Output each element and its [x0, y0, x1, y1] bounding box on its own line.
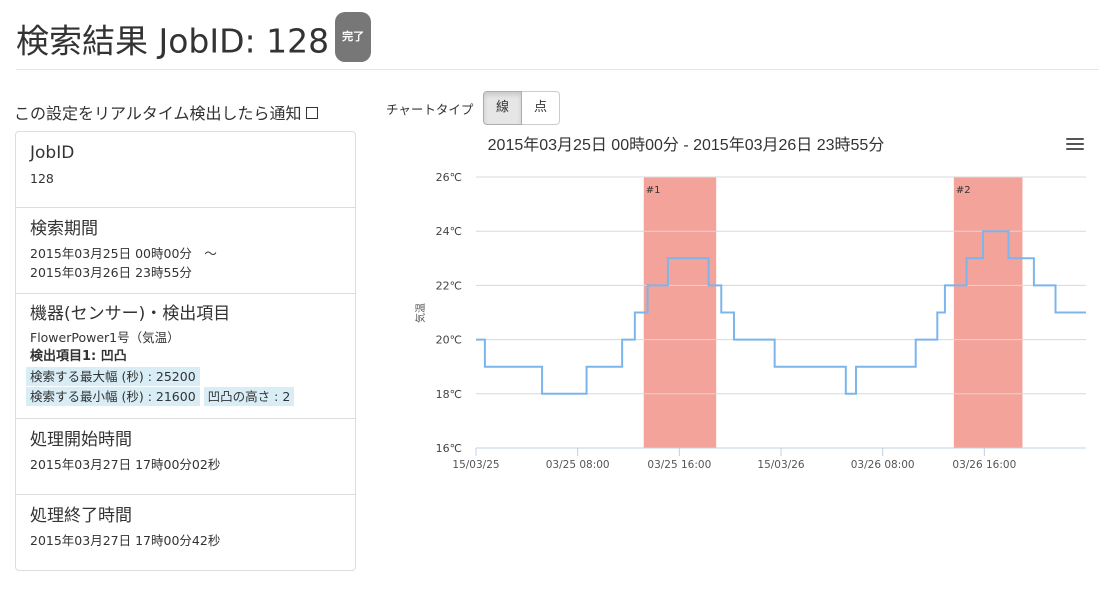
- chart-title: 2015年03月25日 00時00分 - 2015年03月26日 23時55分: [488, 136, 885, 154]
- y-axis-ticks: 16℃ 18℃ 20℃ 22℃ 24℃ 26℃: [436, 171, 462, 455]
- chart-type-toggle: 線 点: [483, 91, 561, 125]
- detection-band-2: [953, 177, 1023, 448]
- page-header: 検索結果 JobID: 128 完了: [16, 12, 1099, 70]
- detection-band-label-1: #1: [646, 185, 661, 196]
- device-label: 機器(センサー)・検出項目: [30, 304, 231, 324]
- x-tick-label: 15/03/26: [757, 459, 804, 471]
- jobid-value: 128: [30, 171, 54, 186]
- chart-type-point-button[interactable]: 点: [522, 91, 561, 125]
- y-tick-label: 24℃: [436, 225, 462, 238]
- height-badge: 凹凸の高さ : 2: [203, 387, 295, 406]
- chart-type-label: チャートタイプ: [386, 102, 474, 117]
- x-tick-label: 03/25 08:00: [546, 459, 610, 471]
- job-info-panel: JobID 128 検索期間 2015年03月25日 00時00分 ～ 2015…: [15, 131, 356, 571]
- info-item-device: 機器(センサー)・検出項目 FlowerPower1号（気温） 検出項目1: 凹…: [16, 294, 355, 419]
- detect-item: 検出項目1: 凹凸: [30, 349, 127, 364]
- max-width-badge: 検索する最大幅 (秒) : 25200: [26, 367, 200, 386]
- detection-band-1: [643, 177, 717, 448]
- y-tick-label: 22℃: [436, 279, 462, 292]
- period-label: 検索期間: [30, 219, 98, 239]
- info-item-end-time: 処理終了時間 2015年03月27日 17時00分42秒: [16, 495, 355, 571]
- temperature-chart: 2015年03月25日 00時00分 - 2015年03月26日 23時55分 …: [414, 136, 1086, 471]
- start-time-value: 2015年03月27日 17時00分02秒: [30, 457, 221, 472]
- detection-band-label-2: #2: [956, 185, 971, 196]
- y-tick-label: 26℃: [436, 171, 462, 184]
- realtime-notify-option: この設定をリアルタイム検出したら通知: [14, 100, 318, 124]
- start-time-label: 処理開始時間: [30, 430, 132, 450]
- sensor-name: FlowerPower1号（気温）: [30, 330, 180, 345]
- notify-checkbox[interactable]: [305, 106, 318, 119]
- page-title-text: 検索結果 JobID: 128: [16, 21, 330, 61]
- chart-type-line-button[interactable]: 線: [483, 91, 523, 125]
- min-width-badge: 検索する最小幅 (秒) : 21600: [26, 387, 200, 406]
- y-tick-label: 18℃: [436, 388, 462, 401]
- chart-y-axis-title: 気温: [414, 303, 427, 323]
- x-tick-label: 03/25 16:00: [647, 459, 711, 471]
- notify-label: この設定をリアルタイム検出したら通知: [14, 104, 302, 123]
- period-start: 2015年03月25日 00時00分 ～: [30, 246, 217, 261]
- x-tick-label: 03/26 16:00: [952, 459, 1016, 471]
- x-tick-label: 15/03/25: [452, 459, 499, 471]
- info-item-period: 検索期間 2015年03月25日 00時00分 ～ 2015年03月26日 23…: [16, 208, 355, 294]
- x-axis-ticks: 15/03/25 03/25 08:00 03/25 16:00 15/03/26 03…: [452, 448, 1016, 471]
- y-tick-label: 20℃: [436, 334, 462, 347]
- status-badge: 完了: [335, 12, 372, 62]
- end-time-value: 2015年03月27日 17時00分42秒: [30, 533, 221, 548]
- period-end: 2015年03月26日 23時55分: [30, 265, 192, 280]
- page-title: 検索結果 JobID: 128 完了: [16, 12, 1099, 68]
- x-tick-label: 03/26 08:00: [851, 459, 915, 471]
- detection-bands: #1 #2: [643, 177, 1023, 448]
- info-item-jobid: JobID 128: [16, 132, 355, 208]
- y-tick-label: 16℃: [436, 442, 462, 455]
- info-item-start-time: 処理開始時間 2015年03月27日 17時00分02秒: [16, 419, 355, 495]
- end-time-label: 処理終了時間: [30, 506, 132, 526]
- jobid-label: JobID: [30, 143, 75, 163]
